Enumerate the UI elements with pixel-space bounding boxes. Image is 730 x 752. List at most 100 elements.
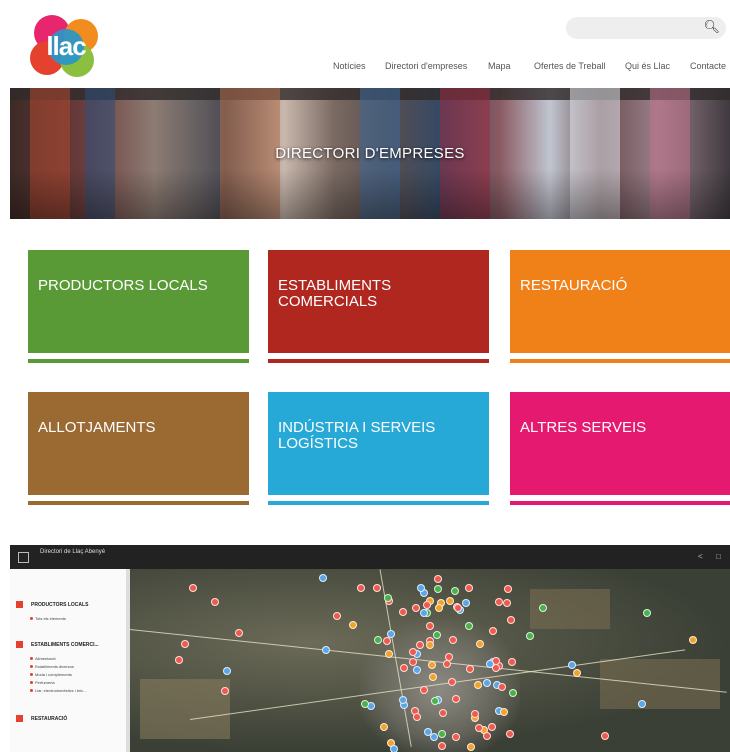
tile-underline [510, 501, 730, 505]
map-marker-icon[interactable] [526, 631, 535, 640]
legend-item-label: Establiments diversos [35, 664, 74, 669]
map-marker-icon[interactable] [643, 609, 652, 618]
map-marker-icon[interactable] [210, 597, 219, 606]
map-marker-icon[interactable] [465, 665, 474, 674]
map-marker-icon[interactable] [321, 645, 330, 654]
tile-underline [28, 501, 249, 505]
fullscreen-icon[interactable]: □ [716, 552, 721, 561]
checkbox-icon[interactable] [16, 641, 23, 648]
map-marker-icon[interactable] [505, 730, 514, 739]
map-marker-icon[interactable] [437, 729, 446, 738]
map-marker-icon[interactable] [180, 639, 189, 648]
map-marker-icon[interactable] [451, 694, 460, 703]
map-marker-icon[interactable] [451, 586, 460, 595]
checkbox-icon[interactable] [16, 715, 23, 722]
map-marker-icon[interactable] [601, 731, 610, 740]
map-marker-icon[interactable] [235, 629, 244, 638]
map-marker-icon[interactable] [637, 699, 646, 708]
map-marker-icon[interactable] [373, 584, 382, 593]
legend-group-productors-locals[interactable]: PRODUCTORS LOCALS [16, 601, 88, 608]
map-marker-icon[interactable] [448, 635, 457, 644]
search-icon[interactable]: 🔍︎ [703, 19, 720, 35]
map-marker-icon[interactable] [188, 584, 197, 593]
map-marker-icon[interactable] [223, 667, 232, 676]
category-tile-restauracio[interactable]: RESTAURACIÓ [510, 250, 730, 363]
map-marker-icon[interactable] [416, 584, 425, 592]
map-marker-icon[interactable] [333, 612, 342, 621]
map-marker-icon[interactable] [425, 641, 434, 650]
map-marker-icon[interactable] [461, 599, 470, 608]
map-marker-icon[interactable] [568, 661, 577, 670]
map-marker-icon[interactable] [384, 649, 393, 658]
map-marker-icon[interactable] [689, 635, 698, 644]
nav-item-mapa[interactable]: Mapa [488, 61, 511, 77]
nav-item-contacte[interactable]: Contacte [690, 61, 726, 77]
map-marker-icon[interactable] [502, 598, 511, 607]
legend-item[interactable]: Tots els elements [30, 616, 66, 621]
satellite-map[interactable] [129, 569, 730, 752]
map-marker-icon[interactable] [434, 603, 443, 612]
panel-toggle-icon[interactable] [18, 552, 29, 563]
map-marker-icon[interactable] [497, 682, 506, 691]
legend-item[interactable]: Establiments diversos [30, 664, 74, 669]
checkbox-icon[interactable] [16, 601, 23, 608]
map-marker-icon[interactable] [356, 584, 365, 593]
map-marker-icon[interactable] [383, 593, 392, 602]
legend-item[interactable]: Alimentació [30, 656, 56, 661]
search-input[interactable]: 🔍︎ [566, 17, 726, 39]
nav-item-ofertes[interactable]: Ofertes de Treball [534, 61, 606, 77]
map-marker-icon[interactable] [398, 608, 407, 617]
map-marker-icon[interactable] [400, 663, 409, 672]
map-marker-icon[interactable] [420, 685, 429, 694]
map-marker-icon[interactable] [175, 656, 184, 665]
map-marker-icon[interactable] [507, 615, 516, 624]
map-marker-icon[interactable] [465, 583, 474, 592]
map-marker-icon[interactable] [451, 732, 460, 741]
map-marker-icon[interactable] [422, 600, 431, 609]
map-marker-icon[interactable] [494, 597, 503, 606]
category-tile-productors-locals[interactable]: PRODUCTORS LOCALS [28, 250, 249, 363]
legend-item-label: Moda i complements [35, 672, 72, 677]
tile-label: INDÚSTRIA I SERVEIS LOGÍSTICS [278, 419, 436, 452]
legend-item-label: Tots els elements [35, 616, 66, 621]
map-marker-icon[interactable] [467, 742, 476, 751]
map-marker-icon[interactable] [348, 621, 357, 630]
category-tile-establiments-comercials[interactable]: ESTABLIMENTS COMERCIALS [268, 250, 489, 363]
map-marker-icon[interactable] [445, 596, 454, 605]
nav-item-qui-es-llac[interactable]: Qui és Llac [625, 61, 670, 77]
map-marker-icon[interactable] [447, 677, 456, 686]
map-marker-icon[interactable] [508, 657, 517, 666]
map-marker-icon[interactable] [483, 731, 492, 740]
map-marker-icon[interactable] [411, 604, 420, 613]
llac-logo[interactable]: llac [30, 15, 102, 77]
share-icon[interactable]: < [698, 552, 703, 561]
legend-item[interactable]: Moda i complements [30, 672, 72, 677]
map-marker-icon[interactable] [318, 574, 327, 583]
map-marker-icon[interactable] [433, 585, 442, 594]
tile-background [510, 392, 730, 495]
map-marker-icon[interactable] [389, 744, 398, 752]
map-marker-icon[interactable] [437, 741, 446, 750]
map-marker-icon[interactable] [508, 688, 517, 697]
map-marker-icon[interactable] [476, 639, 485, 648]
map-marker-icon[interactable] [433, 575, 442, 584]
legend-item[interactable]: Perfumeria [30, 680, 55, 685]
map-marker-icon[interactable] [412, 712, 421, 721]
legend-group-restauracio[interactable]: RESTAURACIÓ [16, 715, 67, 722]
map-embed[interactable]: Directori de Llaç Abenyé < □ PRODUCTORS … [10, 545, 730, 752]
category-tile-allotjaments[interactable]: ALLOTJAMENTS [28, 392, 249, 505]
legend-item[interactable]: Llar, electrodomèstics i bric... [30, 688, 87, 693]
category-tile-industria-serveis-logistics[interactable]: INDÚSTRIA I SERVEIS LOGÍSTICS [268, 392, 489, 505]
map-marker-icon[interactable] [504, 585, 513, 594]
nav-item-directori[interactable]: Directori d'empreses [385, 61, 467, 77]
map-marker-icon[interactable] [427, 661, 436, 670]
marker-dot-icon [30, 681, 33, 685]
legend-group-establiments-comercials[interactable]: ESTABLIMENTS COMERCI... [16, 641, 99, 648]
map-marker-icon[interactable] [444, 653, 453, 662]
map-marker-icon[interactable] [386, 630, 395, 639]
map-marker-icon[interactable] [438, 708, 447, 717]
nav-item-noticies[interactable]: Notícies [333, 61, 366, 77]
map-marker-icon[interactable] [573, 668, 582, 677]
category-tile-altres-serveis[interactable]: ALTRES SERVEIS [510, 392, 730, 505]
tile-label: ALLOTJAMENTS [38, 419, 156, 436]
